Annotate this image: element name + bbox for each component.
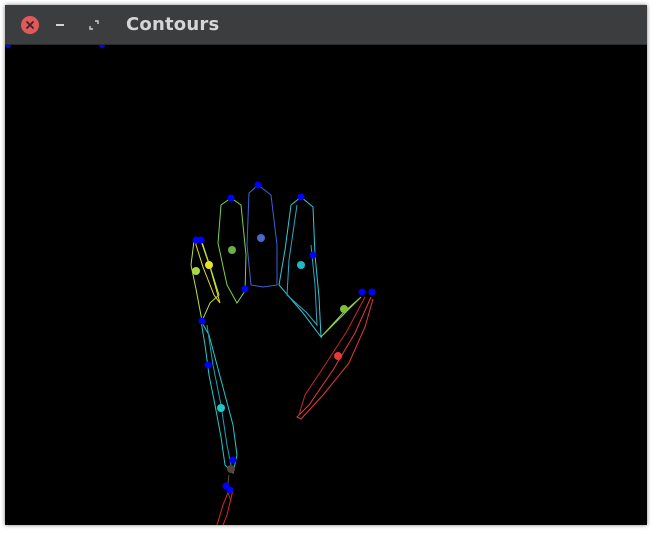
contour-point (229, 456, 237, 464)
contour-point (254, 181, 262, 189)
centroid-index (297, 261, 305, 269)
centroid-middle (257, 234, 265, 242)
forearm-contour-red-2 (222, 489, 234, 525)
contour-point (204, 361, 212, 369)
centroid-pinky (205, 261, 213, 269)
contour-point (309, 251, 317, 259)
contour-point (368, 288, 376, 296)
contour-point (99, 45, 105, 48)
contour-point (5, 45, 11, 48)
contour-point (358, 288, 366, 296)
contour-point (297, 193, 305, 201)
close-button[interactable] (21, 16, 39, 34)
centroid-thumb (334, 352, 342, 360)
centroid-pinky-2 (192, 267, 200, 275)
forearm-contour-red (216, 489, 230, 525)
maximize-button[interactable] (85, 16, 103, 34)
contour-point (198, 317, 206, 325)
maximize-icon (89, 20, 99, 30)
contours-window: Contours (5, 5, 647, 525)
centroid-ring (228, 246, 236, 254)
minimize-button[interactable] (51, 16, 69, 34)
contour-point (241, 285, 249, 293)
centroid-wrist (227, 465, 235, 473)
contours-canvas (5, 45, 647, 525)
palm-connector (320, 296, 362, 338)
contour-point (227, 194, 235, 202)
contour-point (226, 486, 234, 494)
palm-contour-inner (206, 324, 232, 466)
title-bar[interactable]: Contours (5, 5, 647, 45)
contour-point (197, 236, 205, 244)
close-icon (26, 21, 34, 29)
window-title: Contours (126, 14, 220, 35)
centroid-palm (217, 404, 225, 412)
centroid-connector (340, 305, 348, 313)
